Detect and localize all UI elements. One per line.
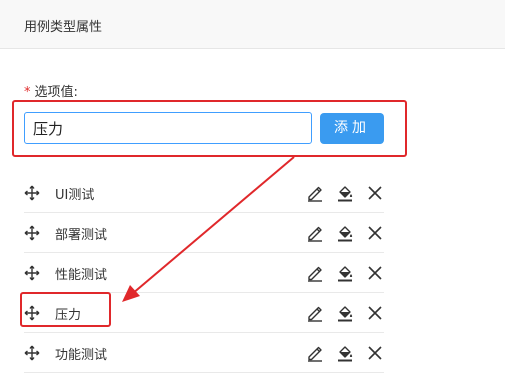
- option-row: 压力: [24, 293, 384, 333]
- option-list: UI测试 部署测试 性能测试 压力 功能测试: [24, 173, 384, 373]
- option-row: 功能测试: [24, 333, 384, 373]
- drag-handle-icon[interactable]: [24, 225, 40, 241]
- paint-bucket-icon[interactable]: [336, 264, 354, 282]
- drag-handle-icon[interactable]: [24, 185, 40, 201]
- add-button[interactable]: 添加: [320, 113, 384, 144]
- paint-bucket-icon[interactable]: [336, 344, 354, 362]
- option-value-label: * 选项值:: [24, 81, 78, 100]
- drag-handle-icon[interactable]: [24, 305, 40, 321]
- option-value-input[interactable]: [24, 112, 312, 144]
- close-icon[interactable]: [366, 264, 384, 282]
- option-label: UI测试: [55, 188, 95, 203]
- close-icon[interactable]: [366, 344, 384, 362]
- edit-pencil-icon[interactable]: [306, 344, 324, 362]
- option-value-label-text: 选项值:: [34, 85, 78, 100]
- option-row: 部署测试: [24, 213, 384, 253]
- option-label: 性能测试: [55, 268, 108, 283]
- edit-pencil-icon[interactable]: [306, 224, 324, 242]
- option-label: 功能测试: [55, 348, 108, 363]
- edit-pencil-icon[interactable]: [306, 184, 324, 202]
- edit-pencil-icon[interactable]: [306, 304, 324, 322]
- close-icon[interactable]: [366, 224, 384, 242]
- paint-bucket-icon[interactable]: [336, 304, 354, 322]
- option-label: 压力: [55, 308, 82, 323]
- dialog-header: 用例类型属性: [0, 0, 505, 49]
- dialog-title: 用例类型属性: [24, 20, 103, 35]
- drag-handle-icon[interactable]: [24, 265, 40, 281]
- close-icon[interactable]: [366, 184, 384, 202]
- paint-bucket-icon[interactable]: [336, 184, 354, 202]
- close-icon[interactable]: [366, 304, 384, 322]
- option-row: UI测试: [24, 173, 384, 213]
- required-mark: *: [24, 85, 31, 100]
- option-label: 部署测试: [55, 228, 108, 243]
- paint-bucket-icon[interactable]: [336, 224, 354, 242]
- edit-pencil-icon[interactable]: [306, 264, 324, 282]
- drag-handle-icon[interactable]: [24, 345, 40, 361]
- option-row: 性能测试: [24, 253, 384, 293]
